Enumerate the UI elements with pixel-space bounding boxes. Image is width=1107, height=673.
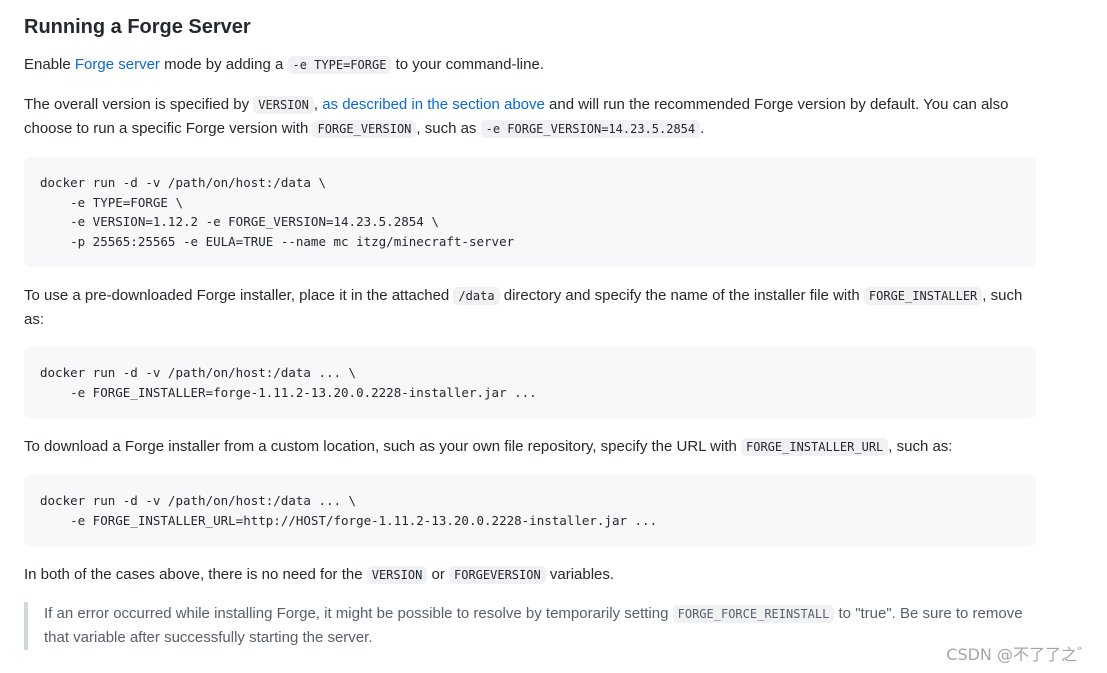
text: , such as <box>416 120 481 137</box>
inline-code-force-reinstall: FORGE_FORCE_REINSTALL <box>672 605 835 623</box>
paragraph-enable-forge: Enable Forge server mode by adding a -e … <box>24 53 1036 77</box>
code-block-forge-installer[interactable]: docker run -d -v /path/on/host:/data ...… <box>24 347 1036 418</box>
inline-code-forge-installer-url: FORGE_INSTALLER_URL <box>741 438 889 456</box>
text: The overall version is specified by <box>24 96 254 113</box>
inline-code-data-dir: /data <box>453 287 500 305</box>
inline-code-type-forge: -e TYPE=FORGE <box>287 56 392 74</box>
inline-code-version: VERSION <box>253 96 314 114</box>
text: In both of the cases above, there is no … <box>24 566 367 583</box>
text: Enable <box>24 56 75 73</box>
text: If an error occurred while installing Fo… <box>44 605 673 622</box>
inline-code-forge-version: FORGE_VERSION <box>312 120 417 138</box>
inline-code-version-2: VERSION <box>366 566 428 584</box>
paragraph-pre-downloaded: To use a pre-downloaded Forge installer,… <box>24 284 1036 332</box>
csdn-watermark: CSDN @不了了之゛ <box>946 645 1093 664</box>
text: variables. <box>545 566 615 583</box>
forge-server-link[interactable]: Forge server <box>75 56 160 73</box>
text: . <box>700 120 705 137</box>
text: , such as: <box>888 438 953 455</box>
paragraph-version: The overall version is specified by VERS… <box>24 93 1036 141</box>
text: , <box>313 96 323 113</box>
code-block-forge-installer-url[interactable]: docker run -d -v /path/on/host:/data ...… <box>24 475 1036 546</box>
code-block-docker-run[interactable]: docker run -d -v /path/on/host:/data \ -… <box>24 157 1036 267</box>
paragraph-custom-location: To download a Forge installer from a cus… <box>24 435 1036 459</box>
text: To use a pre-downloaded Forge installer,… <box>24 287 454 304</box>
inline-code-forge-version-example: -e FORGE_VERSION=14.23.5.2854 <box>480 120 701 138</box>
text: mode by adding a <box>159 56 288 73</box>
text: to your command-line. <box>391 56 544 73</box>
inline-code-forge-installer: FORGE_INSTALLER <box>863 287 983 305</box>
note-blockquote: If an error occurred while installing Fo… <box>24 602 1036 650</box>
section-above-link[interactable]: as described in the section above <box>322 96 545 113</box>
text: or <box>427 566 449 583</box>
text: directory and specify the name of the in… <box>499 287 864 304</box>
section-heading: Running a Forge Server <box>24 16 251 38</box>
text: To download a Forge installer from a cus… <box>24 438 741 455</box>
inline-code-forgeversion: FORGEVERSION <box>449 566 546 584</box>
paragraph-no-need: In both of the cases above, there is no … <box>24 563 1036 587</box>
